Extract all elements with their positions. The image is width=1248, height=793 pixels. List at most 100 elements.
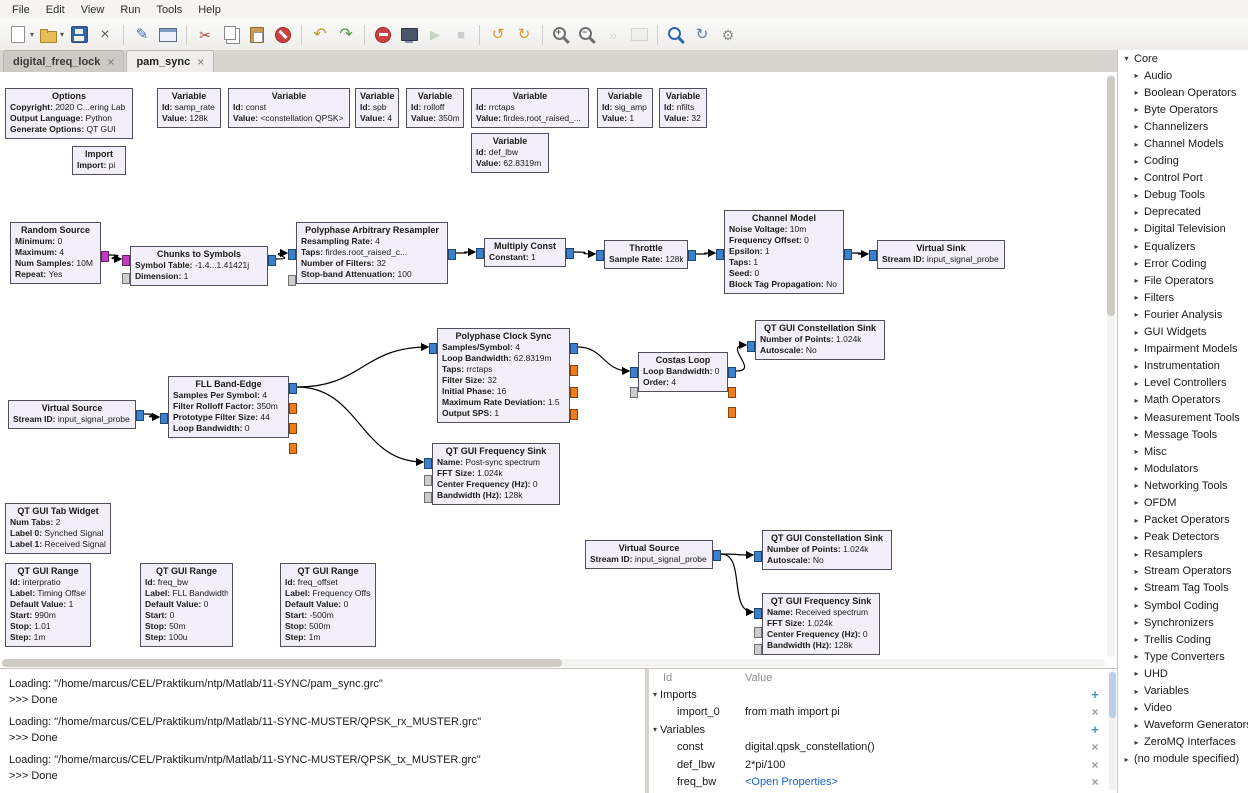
tree-expander-icon[interactable]: ▸ [1132, 635, 1141, 644]
tree-expander-icon[interactable]: ▸ [1132, 687, 1141, 696]
dropdown-caret-icon[interactable]: ▾ [30, 30, 34, 39]
block-qtgui-constellation-sink-1[interactable]: QT GUI Constellation SinkNumber of Point… [755, 320, 885, 360]
library-item-symbol-coding[interactable]: ▸Symbol Coding [1118, 597, 1248, 614]
block-random-source[interactable]: Random SourceMinimum: 0Maximum: 4Num Sam… [10, 222, 101, 284]
library-item-level-controllers[interactable]: ▸Level Controllers [1118, 375, 1248, 392]
library-item-measurement-tools[interactable]: ▸Measurement Tools [1118, 409, 1248, 426]
execute-button[interactable]: ▶ [422, 22, 448, 48]
port-out-magenta[interactable] [101, 251, 109, 262]
library-item-channel-models[interactable]: ▸Channel Models [1118, 135, 1248, 152]
library-item-error-coding[interactable]: ▸Error Coding [1118, 255, 1248, 272]
library-item-coding[interactable]: ▸Coding [1118, 153, 1248, 170]
block-variable-sig_amp[interactable]: VariableId: sig_ampValue: 1 [597, 88, 653, 128]
library-item-resamplers[interactable]: ▸Resamplers [1118, 546, 1248, 563]
menu-file[interactable]: File [4, 2, 38, 18]
connection[interactable] [109, 255, 121, 259]
tree-expander-icon[interactable]: ▸ [1132, 567, 1141, 576]
tree-expander-icon[interactable]: ▸ [1132, 310, 1141, 319]
canvas-vertical-scrollbar[interactable] [1107, 74, 1115, 657]
block-variable-def_lbw[interactable]: VariableId: def_lbwValue: 62.8319m [471, 133, 549, 173]
port-in-blue[interactable] [288, 249, 296, 260]
tree-expander-icon[interactable]: ▸ [1132, 430, 1141, 439]
tree-expander-icon[interactable]: ▸ [1132, 396, 1141, 405]
port-in-blue[interactable] [160, 413, 168, 424]
connection[interactable] [578, 347, 629, 371]
remove-row-button[interactable]: × [1083, 705, 1107, 719]
delete-button[interactable] [270, 22, 296, 48]
port-in-gray[interactable] [424, 492, 432, 503]
port-out-orange[interactable] [570, 387, 578, 398]
connection[interactable] [456, 252, 475, 253]
port-in-gray[interactable] [288, 275, 296, 286]
tree-expander-icon[interactable]: ▸ [1132, 464, 1141, 473]
library-item-boolean-operators[interactable]: ▸Boolean Operators [1118, 84, 1248, 101]
rotate-cw-button[interactable]: ↻ [511, 22, 537, 48]
port-in-blue[interactable] [869, 250, 877, 261]
library-item-math-operators[interactable]: ▸Math Operators [1118, 392, 1248, 409]
library-item-digital-television[interactable]: ▸Digital Television [1118, 221, 1248, 238]
library-item-equalizers[interactable]: ▸Equalizers [1118, 238, 1248, 255]
remove-row-button[interactable]: × [1083, 758, 1107, 772]
library-item-zeromq-interfaces[interactable]: ▸ZeroMQ Interfaces [1118, 734, 1248, 751]
tree-expander-icon[interactable]: ▸ [1132, 652, 1141, 661]
reload-blocks-button[interactable]: ↻ [689, 22, 715, 48]
kill-button[interactable]: ■ [448, 22, 474, 48]
block-qtgui-frequency-sink-2[interactable]: QT GUI Frequency SinkName: Received spec… [762, 593, 880, 655]
var-row-import_0[interactable]: import_0from math import pi× [649, 704, 1117, 722]
menu-tools[interactable]: Tools [149, 2, 191, 18]
port-in-gray[interactable] [122, 273, 130, 284]
add-imports-button[interactable]: + [1083, 687, 1107, 702]
scrollbar-thumb[interactable] [1107, 76, 1115, 316]
tree-expander-icon[interactable]: ▸ [1122, 755, 1131, 764]
block-polyphase-clock-sync[interactable]: Polyphase Clock SyncSamples/Symbol: 4Loo… [437, 328, 570, 423]
tree-expander-icon[interactable]: ▸ [1132, 533, 1141, 542]
zoom-fit-button[interactable]: » [600, 22, 626, 48]
block-channel-model[interactable]: Channel ModelNoise Voltage: 10mFrequency… [724, 210, 844, 294]
port-in-gray[interactable] [754, 644, 762, 655]
port-out-blue[interactable] [713, 550, 721, 561]
block-costas-loop[interactable]: Costas LoopLoop Bandwidth: 0Order: 4 [638, 352, 728, 392]
connection[interactable] [696, 253, 715, 254]
library-item-peak-detectors[interactable]: ▸Peak Detectors [1118, 529, 1248, 546]
tree-expander-icon[interactable]: ▸ [1132, 208, 1141, 217]
library-no-module[interactable]: ▸(no module specified) [1118, 751, 1248, 768]
library-item-uhd[interactable]: ▸UHD [1118, 665, 1248, 682]
block-polyphase-arbitrary-resampler[interactable]: Polyphase Arbitrary ResamplerResampling … [296, 222, 448, 284]
var-group-variables[interactable]: ▾Variables+ [649, 721, 1117, 739]
remove-row-button[interactable]: × [1083, 740, 1107, 754]
close-button[interactable]: × [92, 22, 118, 48]
block-chunks-to-symbols[interactable]: Chunks to SymbolsSymbol Table: -1.4...1.… [130, 246, 268, 286]
connection[interactable] [297, 347, 428, 387]
tree-expander-icon[interactable]: ▸ [1132, 584, 1141, 593]
cut-button[interactable]: ✂ [192, 22, 218, 48]
menu-run[interactable]: Run [112, 2, 148, 18]
menu-help[interactable]: Help [190, 2, 229, 18]
port-out-orange[interactable] [728, 387, 736, 398]
tree-expander-icon[interactable]: ▸ [1132, 738, 1141, 747]
library-item-ofdm[interactable]: ▸OFDM [1118, 494, 1248, 511]
port-in-blue[interactable] [630, 367, 638, 378]
port-out-orange[interactable] [289, 443, 297, 454]
connection[interactable] [852, 253, 868, 254]
block-options[interactable]: OptionsCopyright: 2020 C...ering LabOutp… [5, 88, 133, 139]
variable-editor-scrollbar[interactable] [1109, 671, 1116, 790]
block-multiply-const[interactable]: Multiply ConstConstant: 1 [484, 238, 566, 267]
connection[interactable] [574, 252, 595, 254]
library-item-video[interactable]: ▸Video [1118, 700, 1248, 717]
properties-button[interactable]: ✎ [129, 22, 155, 48]
tree-expander-icon[interactable]: ▸ [1132, 498, 1141, 507]
port-out-orange[interactable] [289, 403, 297, 414]
tree-expander-icon[interactable]: ▸ [1132, 481, 1141, 490]
save-button[interactable] [66, 22, 92, 48]
redo-button[interactable]: ↷ [333, 22, 359, 48]
library-item-file-operators[interactable]: ▸File Operators [1118, 272, 1248, 289]
library-item-audio[interactable]: ▸Audio [1118, 67, 1248, 84]
tree-expander-icon[interactable]: ▸ [1132, 242, 1141, 251]
tree-expander-icon[interactable]: ▸ [1132, 362, 1141, 371]
port-in-blue[interactable] [424, 458, 432, 469]
library-item-fourier-analysis[interactable]: ▸Fourier Analysis [1118, 306, 1248, 323]
port-in-blue[interactable] [429, 343, 437, 354]
port-out-orange[interactable] [728, 407, 736, 418]
dropdown-caret-icon[interactable]: ▾ [60, 30, 64, 39]
connection[interactable] [736, 345, 746, 371]
